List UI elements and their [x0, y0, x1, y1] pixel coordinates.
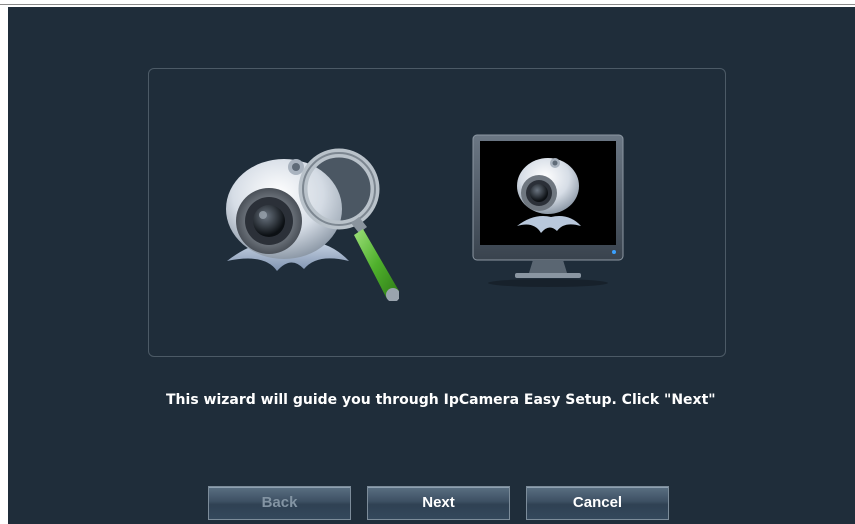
window-frame: This wizard will guide you through IpCam…	[0, 0, 855, 524]
illustration-panel	[148, 68, 726, 357]
wizard-instructions-text: This wizard will guide you through IpCam…	[166, 392, 716, 408]
setup-wizard-dialog: This wizard will guide you through IpCam…	[8, 7, 855, 524]
camera-search-icon	[226, 148, 399, 301]
top-border-line	[0, 4, 855, 5]
cancel-button[interactable]: Cancel	[526, 486, 669, 520]
back-button[interactable]: Back	[208, 486, 351, 520]
next-button[interactable]: Next	[367, 486, 510, 520]
camera-monitor-icon	[472, 134, 624, 287]
